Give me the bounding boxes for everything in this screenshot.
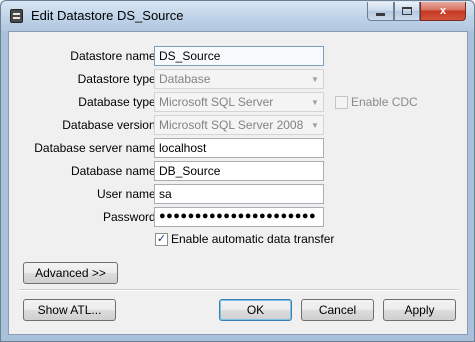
enable-cdc-label: Enable CDC (351, 95, 418, 109)
maximize-icon (402, 7, 412, 15)
minimize-button[interactable] (367, 2, 394, 21)
maximize-button[interactable] (394, 2, 420, 21)
window-title: Edit Datastore DS_Source (31, 8, 184, 23)
datastore-type-value: Database (159, 72, 211, 86)
title-bar[interactable]: Edit Datastore DS_Source x (1, 1, 474, 31)
row-database-version: Database version: Microsoft SQL Server 2… (9, 115, 469, 135)
database-version-select[interactable]: Microsoft SQL Server 2008 ▼ (154, 115, 324, 135)
close-button[interactable]: x (420, 2, 466, 21)
close-icon: x (439, 5, 447, 17)
database-name-input[interactable]: DB_Source (154, 161, 324, 181)
user-name-label: User name: (96, 187, 159, 201)
database-type-label: Database type: (78, 95, 159, 109)
show-atl-button[interactable]: Show ATL... (23, 299, 116, 321)
ok-button[interactable]: OK (219, 299, 292, 321)
row-database-server-name: Database server name: localhost (9, 138, 469, 158)
user-name-input[interactable]: sa (154, 184, 324, 204)
minimize-icon (376, 12, 385, 16)
password-input[interactable]: ●●●●●●●●●●●●●●●●●●●●●● (154, 207, 324, 227)
divider (19, 289, 459, 291)
row-user-name: User name: sa (9, 184, 469, 204)
row-auto-transfer: ✓ Enable automatic data transfer (9, 232, 469, 252)
advanced-button[interactable]: Advanced >> (23, 262, 118, 284)
database-server-name-label: Database server name: (34, 141, 159, 155)
dropdown-arrow-icon: ▼ (311, 74, 319, 84)
dropdown-arrow-icon: ▼ (311, 120, 319, 130)
auto-transfer-checkbox[interactable]: ✓ (155, 233, 168, 246)
dialog-window: Edit Datastore DS_Source x Datastore nam… (0, 0, 475, 342)
datastore-icon (10, 9, 23, 23)
password-label: Password: (102, 210, 159, 224)
dialog-content: Datastore name: DS_Source Datastore type… (8, 31, 468, 335)
auto-transfer-label: Enable automatic data transfer (171, 232, 335, 246)
row-database-type: Database type: Microsoft SQL Server ▼ En… (9, 92, 469, 112)
datastore-type-select[interactable]: Database ▼ (154, 69, 324, 89)
row-password: Password: ●●●●●●●●●●●●●●●●●●●●●● (9, 207, 469, 227)
database-server-name-input[interactable]: localhost (154, 138, 324, 158)
row-database-name: Database name: DB_Source (9, 161, 469, 181)
database-type-value: Microsoft SQL Server (159, 95, 274, 109)
database-name-label: Database name: (70, 164, 159, 178)
dropdown-arrow-icon: ▼ (311, 97, 319, 107)
datastore-name-label: Datastore name: (70, 49, 159, 63)
row-datastore-type: Datastore type: Database ▼ (9, 69, 469, 89)
row-datastore-name: Datastore name: DS_Source (9, 46, 469, 66)
enable-cdc-checkbox[interactable] (335, 96, 348, 109)
database-type-select[interactable]: Microsoft SQL Server ▼ (154, 92, 324, 112)
database-version-label: Database version: (62, 118, 159, 132)
cancel-button[interactable]: Cancel (301, 299, 374, 321)
datastore-name-input[interactable]: DS_Source (154, 46, 324, 66)
database-version-value: Microsoft SQL Server 2008 (159, 118, 304, 132)
apply-button[interactable]: Apply (383, 299, 456, 321)
datastore-type-label: Datastore type: (77, 72, 159, 86)
